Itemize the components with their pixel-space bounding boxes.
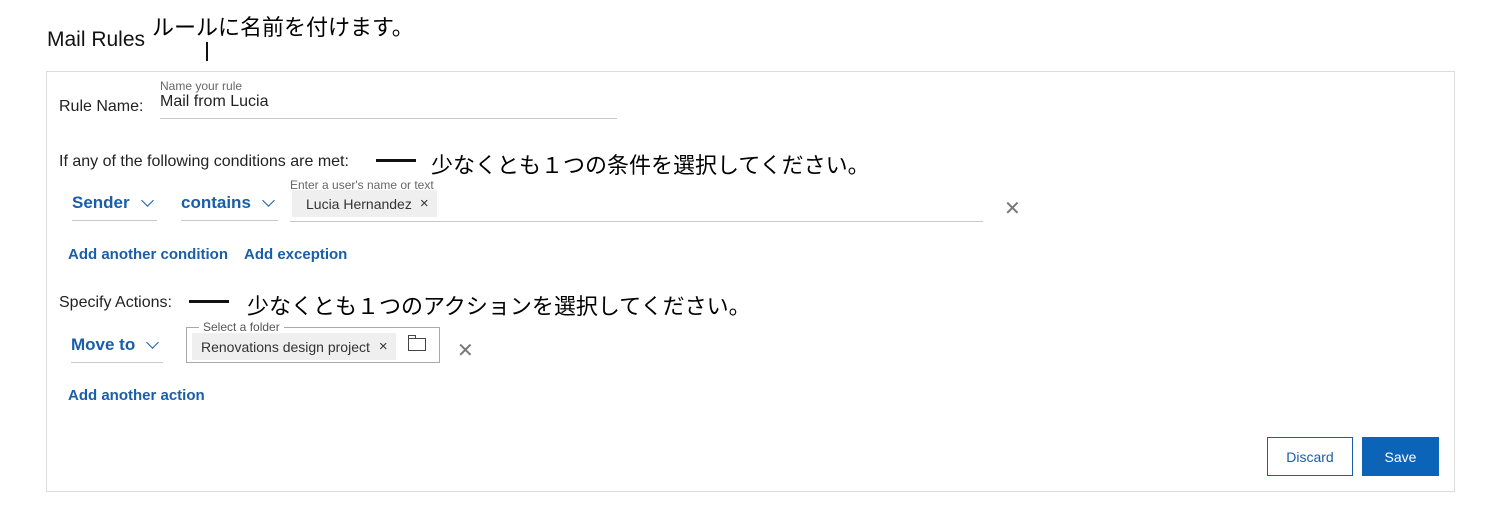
condition-field-label: Sender [72, 193, 130, 212]
remove-condition-icon[interactable]: ✕ [1004, 199, 1021, 219]
remove-action-icon[interactable]: ✕ [457, 341, 474, 361]
rule-name-input[interactable]: Mail from Lucia [160, 93, 268, 111]
action-type-underline [71, 362, 163, 363]
folder-browse-button[interactable] [407, 334, 428, 354]
condition-value-underline [290, 221, 983, 222]
action-type-label: Move to [71, 335, 136, 354]
action-type-dropdown[interactable]: Move to [71, 335, 160, 355]
chevron-down-icon [146, 336, 160, 349]
page-title: Mail Rules [47, 28, 146, 51]
folder-icon [407, 335, 426, 351]
add-exception-link[interactable]: Add exception [244, 246, 347, 263]
add-action-link[interactable]: Add another action [68, 387, 205, 404]
callout-conditions: 少なくとも１つの条件を選択してください。 [431, 154, 870, 179]
condition-operator-label: contains [181, 193, 251, 212]
chip-label: Lucia Hernandez [306, 195, 412, 212]
rule-name-underline [160, 118, 617, 119]
callout-pointer-line [206, 42, 208, 61]
condition-operator-dropdown[interactable]: contains [181, 193, 275, 213]
rule-name-helper: Name your rule [160, 79, 243, 93]
actions-heading: Specify Actions: [59, 294, 172, 311]
chip-label: Renovations design project [201, 338, 370, 355]
condition-value-chip: Lucia Hernandez × [292, 190, 437, 217]
callout-conditions-dash [376, 159, 416, 162]
chip-remove-icon[interactable]: × [420, 195, 429, 212]
add-condition-link[interactable]: Add another condition [68, 246, 228, 263]
chevron-down-icon [262, 194, 275, 207]
condition-field-underline [72, 220, 157, 221]
chevron-down-icon [140, 194, 154, 207]
folder-picker-helper: Select a folder [199, 320, 284, 334]
conditions-heading: If any of the following conditions are m… [59, 153, 349, 170]
folder-chip: Renovations design project × [192, 333, 396, 360]
discard-button[interactable]: Discard [1267, 437, 1353, 476]
condition-operator-underline [181, 220, 278, 221]
rule-editor-panel [46, 71, 1455, 492]
save-button[interactable]: Save [1362, 437, 1439, 476]
chip-remove-icon[interactable]: × [379, 338, 388, 355]
callout-rule-name: ルールに名前を付けます。 [152, 16, 414, 41]
callout-actions: 少なくとも１つのアクションを選択してください。 [247, 295, 751, 320]
rule-name-label: Rule Name: [59, 98, 144, 115]
condition-field-dropdown[interactable]: Sender [72, 193, 154, 213]
callout-actions-dash [189, 300, 229, 303]
